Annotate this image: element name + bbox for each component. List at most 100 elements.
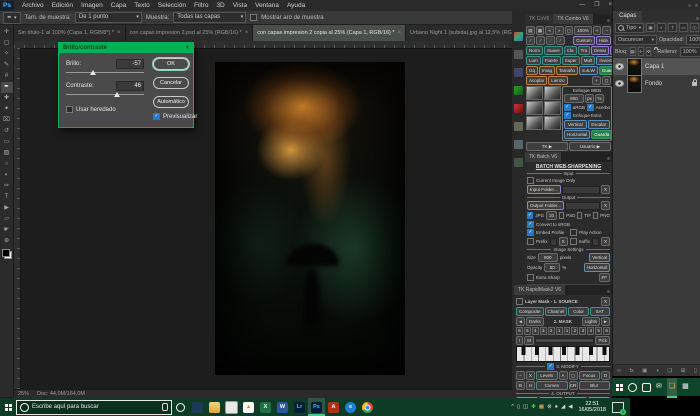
slider-handle[interactable] — [90, 70, 96, 75]
cancel-button[interactable]: Cancelar — [153, 77, 189, 89]
menu-seleccion[interactable]: Selección — [154, 0, 190, 11]
modify-checkbox[interactable]: ✓ — [547, 363, 554, 370]
web-px[interactable]: px — [585, 94, 594, 103]
opacity-value[interactable]: 50 — [544, 263, 560, 272]
source-clear-button[interactable]: X — [601, 297, 610, 306]
brightness-slider[interactable] — [66, 70, 144, 76]
doc-tab-4[interactable]: Urbano Night 1 (subida).jpg al 12,5% (RG… — [406, 25, 512, 41]
zone-button[interactable]: 1 — [564, 327, 571, 335]
marquee-tool-icon[interactable]: ▢ — [1, 38, 13, 49]
microphone-icon[interactable] — [162, 403, 168, 411]
zone-button[interactable]: 6 — [603, 327, 610, 335]
desat-button[interactable]: Desat — [591, 46, 609, 55]
extra-sharp-checkbox[interactable] — [527, 274, 534, 281]
taskbar-app-edge[interactable]: e — [342, 398, 359, 416]
filter-kind-smart-icon[interactable]: ◫ — [690, 23, 699, 32]
layer-mask-checkbox[interactable] — [516, 298, 523, 305]
m-button[interactable]: M — [524, 336, 534, 345]
channel-button[interactable]: Channel — [545, 307, 568, 316]
mask-thumb-button[interactable] — [544, 116, 561, 130]
box-button[interactable]: ◻ — [569, 371, 578, 380]
filter-kind-shape-icon[interactable]: ▭ — [679, 23, 688, 32]
brightness-value[interactable]: -57 — [116, 59, 144, 69]
color-button[interactable]: Color — [568, 307, 588, 316]
menu-capa[interactable]: Capa — [107, 0, 131, 11]
tray-dot-icon[interactable]: ● — [555, 404, 558, 410]
i-button[interactable]: I — [516, 336, 523, 345]
collapsed-panel-icon-folder[interactable] — [514, 122, 523, 131]
folder-icon[interactable]: ▤ — [526, 26, 535, 35]
move-tool-icon[interactable]: ✛ — [1, 27, 13, 38]
mask-thumb-button[interactable] — [544, 101, 561, 115]
shape-tool-icon[interactable]: ▱ — [1, 214, 13, 225]
collapsed-panel-icon-actions[interactable] — [514, 86, 523, 95]
close-icon[interactable]: × — [398, 30, 402, 36]
cla-button[interactable]: Cla — [564, 46, 577, 55]
taskbar-app-photoshop[interactable]: Ps — [308, 398, 325, 416]
prefix-field[interactable] — [550, 238, 557, 246]
play-action-checkbox[interactable] — [570, 229, 577, 236]
lum-button[interactable]: Lum — [526, 56, 541, 65]
horizontal-button[interactable]: Horizontal — [564, 130, 590, 139]
type-tool-icon[interactable]: T — [1, 192, 13, 203]
color-swatches[interactable] — [2, 249, 12, 259]
izq-button[interactable]: Izq — [526, 66, 538, 75]
new-doc-icon[interactable]: ▦ — [536, 26, 545, 35]
prefix-checkbox[interactable] — [527, 238, 534, 245]
mult-button[interactable]: Mult — [581, 56, 596, 65]
output-folder-button[interactable]: Output Folder... — [527, 201, 564, 210]
show-ring-checkbox[interactable] — [250, 14, 257, 21]
input-folder-field[interactable] — [562, 186, 600, 194]
collapsed-panel-icon-color[interactable] — [514, 32, 523, 41]
lock-position-icon[interactable]: ✥ — [646, 47, 652, 56]
blur-button[interactable]: Blur — [579, 381, 611, 390]
mask-thumb-button[interactable] — [526, 86, 543, 100]
png-checkbox[interactable] — [593, 212, 598, 219]
tif-checkbox[interactable] — [577, 212, 582, 219]
collapsed-panel-icon-histogram[interactable] — [514, 50, 523, 59]
norm-button[interactable]: Norm — [526, 46, 543, 55]
add-mask-icon[interactable]: ▣ — [642, 368, 647, 374]
jpg-quality-value[interactable]: 10 — [546, 211, 557, 220]
layer-row-capa-1[interactable]: Capa 1 — [613, 58, 700, 75]
collapsed-panel-icon-brush[interactable] — [514, 140, 523, 149]
escalar-button[interactable]: Escalar — [588, 120, 611, 129]
hand-tool-icon[interactable]: ☛ — [1, 225, 13, 236]
psd-checkbox[interactable] — [559, 212, 564, 219]
mask-thumb-button[interactable] — [544, 86, 561, 100]
vertical-button[interactable]: Vertical — [564, 120, 587, 129]
layer-filter-dropdown[interactable]: Tipo ▾ — [615, 23, 644, 33]
layer-thumbnail[interactable] — [627, 75, 642, 93]
taskbar-app-vlc[interactable]: ▲ — [240, 398, 257, 416]
visibility-eye-icon[interactable] — [615, 63, 624, 70]
group-layers-icon[interactable]: ❏ — [667, 368, 672, 374]
brush-tool-icon[interactable]: ✦ — [1, 104, 13, 115]
prefix-clear-button[interactable]: X — [559, 237, 568, 246]
crop-tool-icon[interactable]: # — [1, 71, 13, 82]
taskbar-clock[interactable]: 22:51 16/05/2018 — [578, 401, 606, 413]
search-input[interactable]: Escribe aquí para buscar — [16, 400, 172, 415]
lasso-tool-icon[interactable]: ✧ — [1, 49, 13, 60]
argb-checkbox[interactable]: ✓ — [564, 104, 571, 111]
zoom-100-button[interactable]: 100% — [574, 26, 592, 35]
imag-button[interactable]: Imag — [539, 66, 555, 75]
menu-edicion[interactable]: Edición — [48, 0, 77, 11]
document-image[interactable] — [215, 62, 405, 375]
zone-button[interactable]: 5 — [595, 327, 602, 335]
zone-button[interactable]: 6 — [516, 327, 523, 335]
tray-app-icon[interactable]: ⊗ — [547, 404, 552, 410]
output-folder-clear-button[interactable]: X — [601, 201, 610, 210]
pen-tool-icon[interactable]: ✑ — [1, 181, 13, 192]
tray-volume-icon[interactable]: ◀ — [568, 404, 572, 410]
suffix-clear-button[interactable]: X — [601, 237, 610, 246]
acerbo-checkbox[interactable]: ✓ — [587, 104, 594, 111]
lock-transparent-icon[interactable]: ▦ — [630, 47, 636, 56]
contrast-value[interactable]: 46 — [116, 81, 144, 91]
zoom-in-icon[interactable]: + — [593, 26, 602, 35]
dialog-title-bar[interactable]: Brillo/contraste × — [59, 43, 193, 53]
a-button[interactable]: A — [559, 371, 568, 380]
close-icon[interactable]: × — [245, 30, 249, 36]
collapsed-panel-icon-settings[interactable] — [514, 158, 523, 167]
tab-tk-rapidmask2-v6[interactable]: TK RapidMask2 V6 — [514, 285, 565, 295]
ff-button[interactable]: FF — [599, 273, 611, 282]
